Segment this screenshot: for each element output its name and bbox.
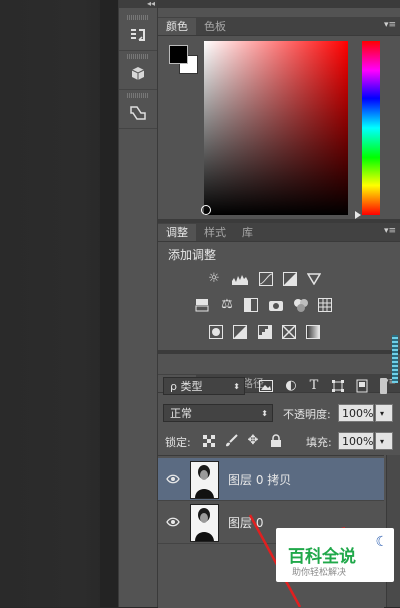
collapsed-dock: ◂◂ <box>118 0 158 607</box>
paths-icon[interactable] <box>119 98 157 129</box>
panel-menu-icon[interactable]: ▾≡ <box>384 226 396 236</box>
visibility-eye-icon[interactable] <box>166 515 180 529</box>
opacity-label: 不透明度: <box>283 408 331 421</box>
3d-cube-icon[interactable] <box>119 59 157 90</box>
hue-slider-handle[interactable] <box>355 211 361 219</box>
color-lookup-icon[interactable] <box>317 298 333 312</box>
filter-type-layer-icon[interactable]: T <box>306 379 322 393</box>
moon-icon: ☾ <box>375 534 388 550</box>
tab-adjustments[interactable]: 调整 <box>158 224 196 241</box>
dropdown-arrows-icon: ⬍ <box>261 409 268 418</box>
exposure-icon[interactable] <box>282 272 298 286</box>
fill-value: 100% <box>342 435 374 448</box>
side-meter <box>392 335 398 383</box>
fill-input[interactable]: 100% <box>338 432 374 450</box>
watermark-badge: 百科全说 助你轻松解决 ☾ <box>276 528 394 582</box>
tab-styles[interactable]: 样式 <box>196 224 234 241</box>
layer-filter-kind-label: ρ 类型 <box>170 380 203 393</box>
fill-label: 填充: <box>306 436 332 449</box>
lock-label: 锁定: <box>165 436 191 449</box>
filter-adjustment-layer-icon[interactable]: ◐ <box>283 379 299 393</box>
fill-dropdown-button[interactable]: ▾ <box>375 432 393 450</box>
lock-all-icon[interactable] <box>268 434 284 448</box>
opacity-input[interactable]: 100% <box>338 404 374 422</box>
panel-divider[interactable] <box>158 350 400 354</box>
color-spectrum-field[interactable] <box>204 41 348 215</box>
color-panel-header: 颜色 色板 ▾≡ <box>158 17 400 36</box>
lock-image-pixels-brush-icon[interactable] <box>223 434 239 448</box>
filter-shape-layer-icon[interactable] <box>330 379 346 393</box>
panel-menu-icon[interactable]: ▾≡ <box>384 20 396 30</box>
filter-smart-object-icon[interactable] <box>354 379 370 393</box>
adjustments-title: 添加调整 <box>168 248 217 262</box>
visibility-eye-icon[interactable] <box>166 472 180 486</box>
filter-toggle[interactable] <box>380 378 387 394</box>
lock-position-move-icon[interactable]: ✥ <box>245 434 261 448</box>
filter-pixel-layer-icon[interactable] <box>258 379 274 393</box>
hue-saturation-icon[interactable] <box>194 298 210 312</box>
opacity-value: 100% <box>342 407 374 420</box>
tab-library[interactable]: 库 <box>234 224 261 241</box>
layer-filter-kind-select[interactable]: ρ 类型 ⬍ <box>163 377 245 395</box>
lock-transparent-pixels-icon[interactable] <box>201 434 217 448</box>
brightness-contrast-icon[interactable]: ☼ <box>206 272 222 286</box>
layer-thumbnail <box>190 461 219 499</box>
channel-mixer-icon[interactable] <box>293 298 309 312</box>
adjustments-panel-header: 调整 样式 库 ▾≡ <box>158 223 400 242</box>
color-picker-marker[interactable] <box>201 205 211 215</box>
tab-swatches[interactable]: 色板 <box>196 18 234 35</box>
canvas-edge <box>100 0 118 607</box>
foreground-color-swatch[interactable] <box>169 45 188 64</box>
levels-icon[interactable] <box>232 272 248 286</box>
color-balance-icon[interactable]: ⚖ <box>219 298 235 312</box>
selective-color-icon[interactable] <box>281 325 297 339</box>
photo-filter-icon[interactable] <box>268 298 284 312</box>
invert-icon[interactable] <box>208 325 224 339</box>
watermark-title: 百科全说 <box>288 547 356 567</box>
hue-slider[interactable] <box>362 41 380 215</box>
dock-collapse-bar[interactable]: ◂◂ <box>119 0 157 8</box>
opacity-dropdown-button[interactable]: ▾ <box>375 404 393 422</box>
watermark-subtitle: 助你轻松解决 <box>292 568 347 578</box>
layer-name: 图层 0 拷贝 <box>228 473 292 487</box>
curves-icon[interactable] <box>258 272 274 286</box>
layer-row[interactable]: 图层 0 拷贝 <box>158 458 384 501</box>
dropdown-arrows-icon: ⬍ <box>233 382 240 391</box>
posterize-icon[interactable] <box>232 325 248 339</box>
triangle-filter-icon[interactable] <box>306 272 322 286</box>
threshold-icon[interactable] <box>257 325 273 339</box>
gradient-map-icon[interactable] <box>305 325 321 339</box>
black-white-icon[interactable] <box>243 298 259 312</box>
panel-collapse-bar[interactable] <box>158 0 400 8</box>
layer-thumbnail <box>190 504 219 542</box>
history-icon[interactable] <box>119 20 157 51</box>
blend-mode-select[interactable]: 正常 ⬍ <box>163 404 273 422</box>
tab-color[interactable]: 颜色 <box>158 18 196 35</box>
blend-mode-label: 正常 <box>170 407 192 420</box>
